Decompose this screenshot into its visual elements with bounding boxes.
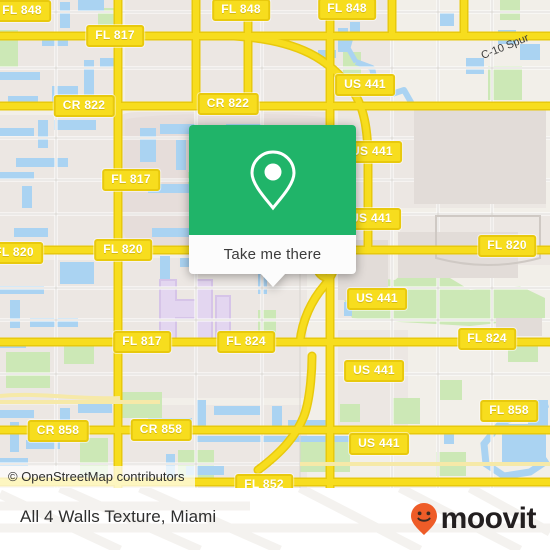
road-shield-label: CR 858 [130, 419, 192, 441]
take-me-there-callout[interactable]: Take me there [189, 125, 356, 287]
place-title: All 4 Walls Texture, Miami [20, 507, 217, 526]
map-pin-icon [249, 150, 296, 211]
road-shield-label: FL 817 [86, 25, 144, 47]
road-shield-label: FL 820 [478, 235, 536, 257]
moovit-smiley-pin-icon [410, 503, 437, 535]
road-shield-label: CR 822 [53, 95, 115, 117]
road-shield-label: FL 848 [318, 0, 376, 20]
map-canvas[interactable]: FL 848 FL 848 FL 848 FL 817 US 441 CR 822 CR 8… [0, 0, 550, 550]
road-shield-label: FL 820 [0, 242, 43, 264]
road-shield-label: FL 848 [212, 0, 270, 21]
road-shield-label: CR 822 [197, 93, 259, 115]
callout-action[interactable]: Take me there [189, 235, 356, 287]
road-shield-label: US 441 [335, 74, 395, 96]
callout-pointer [259, 273, 286, 287]
callout-action-label: Take me there [223, 246, 322, 263]
moovit-wordmark: moovit [440, 502, 537, 535]
road-shield-label: US 441 [347, 288, 407, 310]
road-shield-label: FL 817 [102, 169, 160, 191]
road-shield-label: FL 848 [0, 0, 51, 22]
road-shield-label: FL 817 [113, 331, 171, 353]
road-shield-label: FL 820 [94, 239, 152, 261]
map-attribution[interactable]: © OpenStreetMap contributors [0, 466, 195, 488]
callout-header [189, 125, 356, 235]
road-shield-label: FL 824 [217, 331, 275, 353]
road-shield-label: US 441 [349, 433, 409, 455]
road-shield-label: US 441 [344, 360, 404, 382]
road-shield-label: FL 858 [480, 400, 538, 422]
footer-bar: All 4 Walls Texture, Miami moovit [0, 488, 550, 550]
moovit-brand[interactable]: moovit [409, 502, 537, 536]
road-shield-label: FL 824 [458, 328, 516, 350]
road-shield-label: CR 858 [27, 420, 89, 442]
map-snippet-screenshot: FL 848 FL 848 FL 848 FL 817 US 441 CR 822 CR 8… [0, 0, 550, 550]
